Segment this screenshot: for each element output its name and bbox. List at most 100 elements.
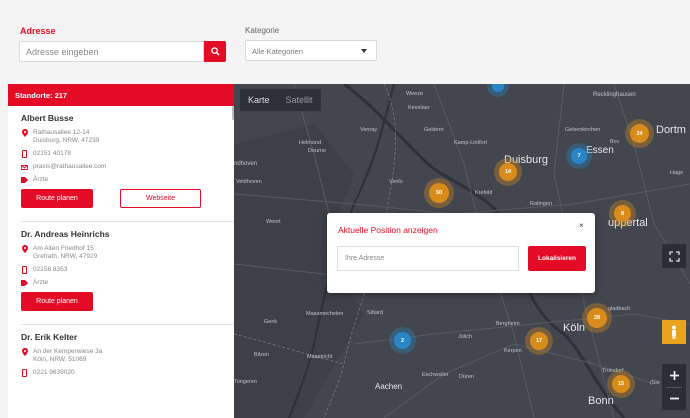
phone-icon [21, 150, 28, 158]
map-label: Geldern [424, 127, 444, 133]
phone-icon [21, 266, 28, 274]
category-label: Kategorie [245, 26, 280, 35]
zoom-in-button[interactable] [669, 365, 680, 387]
map-label: Eschweiler [422, 372, 449, 378]
email-address[interactable]: praxis@rathausallee.com [33, 163, 106, 171]
tag-icon [21, 279, 28, 287]
address-line1: Rathausallee 12-14 [33, 129, 90, 136]
category-name: Ärzte [33, 279, 49, 286]
your-address-input[interactable]: Ihre Adresse [337, 246, 519, 271]
map-label: Jülich [458, 334, 473, 340]
address-input[interactable]: Adresse eingeben [19, 41, 204, 62]
phone-row: 02151 40178 [21, 150, 234, 158]
mail-icon [21, 163, 28, 171]
address-row: Rathausallee 12-14 Duisburg, NRW, 47239 [21, 129, 234, 145]
address-label: Adresse [20, 26, 56, 36]
address-row: Am Alten Friedhof 15 Grefrath, NRW, 47929 [21, 245, 234, 261]
phone-row: 02158 8353 [21, 266, 234, 274]
map-label: Weeze [406, 91, 424, 97]
address-search-button[interactable] [204, 41, 226, 62]
locate-dialog: Aktuelle Position anzeigen × Ihre Adress… [327, 213, 595, 293]
phone-number[interactable]: 02151 40178 [33, 150, 71, 158]
map-label: ndhoven [234, 161, 258, 167]
map-label: Ratingen [530, 201, 553, 207]
map-cluster-marker[interactable]: 2 [394, 332, 411, 349]
plus-icon [669, 371, 679, 380]
map-label: Veldhoven [236, 179, 262, 185]
map-label: Sittard [367, 310, 383, 316]
map-type-map[interactable]: Karte [240, 89, 278, 111]
list-item: Albert Busse Rathausallee 12-14 Duisburg,… [8, 106, 234, 222]
map-cluster-marker[interactable]: 24 [630, 124, 649, 143]
location-list: Standorte: 217 Albert Busse Rathausallee… [8, 84, 234, 418]
location-count-header: Standorte: 217 [8, 84, 234, 106]
filter-bar: Adresse Adresse eingeben Kategorie Alle … [0, 0, 690, 84]
search-icon [210, 47, 220, 56]
map-pin-icon [21, 348, 28, 356]
address-line2: Duisburg, NRW, 47239 [33, 137, 100, 144]
list-item: Dr. Andreas Heinrichs Am Alten Friedhof … [8, 222, 234, 325]
zoom-control [662, 364, 686, 410]
location-name: Dr. Erik Kelter [21, 332, 78, 342]
map-label: Recklinghausen [593, 92, 636, 98]
tag-icon [21, 176, 28, 184]
pegman-icon [672, 325, 676, 339]
map-type-satellite[interactable]: Satellit [278, 89, 321, 111]
map-label: Maastricht [307, 354, 333, 360]
map-cluster-marker[interactable]: 15 [612, 375, 630, 393]
phone-icon [21, 369, 28, 377]
street-view-pegman[interactable] [662, 320, 686, 344]
map-cluster-marker[interactable]: 7 [571, 148, 587, 164]
address-line2: Grefrath, NRW, 47929 [33, 253, 98, 260]
map-label: gladbach [608, 306, 631, 312]
map-cluster-marker[interactable]: 8 [614, 205, 631, 222]
map-cluster-marker[interactable]: 28 [587, 308, 607, 328]
phone-row: 0221 9639020 [21, 369, 234, 377]
map-label: Venlo [389, 179, 403, 185]
map-label: Essen [586, 145, 614, 156]
map-label: Maasmechelen [306, 311, 344, 317]
category-select[interactable]: Alle Kategorien [245, 40, 377, 61]
fullscreen-button[interactable] [662, 244, 686, 268]
minus-icon [669, 397, 679, 400]
map-pin-icon [21, 129, 28, 137]
map-label: Tongeren [234, 379, 257, 385]
category-row: Ärzte [21, 279, 234, 287]
map-cluster-marker[interactable]: 50 [429, 183, 449, 203]
location-name: Albert Busse [21, 113, 74, 123]
map-label: Helmond [299, 140, 322, 146]
map-label: Krefeld [475, 190, 493, 196]
map-label: Bergheim [496, 321, 520, 327]
email-row: praxis@rathausallee.com [21, 163, 234, 171]
category-row: Ärzte [21, 176, 234, 184]
map-label: Dortm [656, 124, 686, 136]
address-line1: An der Kemperwiese 3a [33, 348, 103, 355]
map-label: Bonn [588, 395, 614, 407]
map-label: Venray [360, 127, 378, 133]
zoom-out-button[interactable] [669, 388, 680, 410]
close-button[interactable]: × [579, 221, 584, 230]
map-label: Weert [266, 219, 281, 225]
map-cluster-marker[interactable]: 17 [530, 332, 548, 350]
list-item: Dr. Erik Kelter An der Kemperwiese 3a Köl… [8, 325, 234, 377]
website-button[interactable]: Webseite [120, 189, 201, 208]
phone-number[interactable]: 02158 8353 [33, 266, 67, 274]
map-pin-icon [21, 245, 28, 253]
dialog-title: Aktuelle Position anzeigen [338, 225, 438, 235]
map-label: Deurne [308, 148, 327, 154]
map-cluster-marker[interactable]: 14 [499, 163, 517, 181]
map-label: Troisdorf [602, 368, 624, 374]
address-row: An der Kemperwiese 3a Köln, NRW, 51069 [21, 348, 234, 364]
map-label: Köln [563, 322, 586, 334]
phone-number[interactable]: 0221 9639020 [33, 369, 75, 377]
map-label: Kerpen [504, 348, 522, 354]
map-type-toggle: Karte Satellit [240, 89, 321, 111]
route-button[interactable]: Route planen [21, 189, 93, 208]
category-name: Ärzte [33, 176, 49, 183]
chevron-down-icon [361, 49, 367, 53]
map-label: Aachen [375, 382, 403, 391]
map-label: Hage [670, 170, 684, 176]
localize-button[interactable]: Lokalisieren [528, 246, 586, 271]
map-label: (Sie [650, 380, 660, 386]
route-button[interactable]: Route planen [21, 292, 93, 311]
